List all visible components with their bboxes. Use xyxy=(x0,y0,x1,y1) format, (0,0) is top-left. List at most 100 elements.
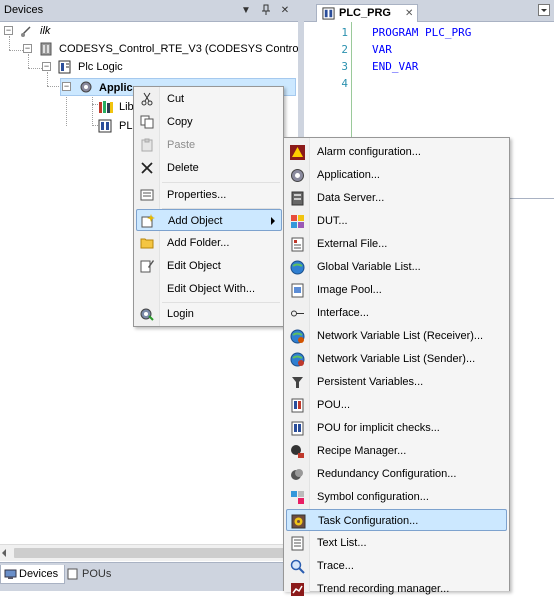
menu-item-label: Add Folder... xyxy=(167,237,230,249)
menu-item-label: Network Variable List (Sender)... xyxy=(317,353,476,365)
menu-item-label: Trend recording manager... xyxy=(317,583,450,595)
image-pool-icon xyxy=(290,283,305,298)
symbol-config-icon xyxy=(290,490,305,505)
devices-panel-title: Devices xyxy=(4,4,44,16)
submenu-item-image-pool[interactable]: Image Pool... xyxy=(286,279,507,301)
menu-item-delete[interactable]: Delete xyxy=(136,157,281,179)
menu-item-add-folder[interactable]: Add Folder... xyxy=(136,232,281,254)
paste-icon xyxy=(140,138,154,152)
tree-node-label: ilk xyxy=(40,25,51,37)
dut-icon xyxy=(290,214,305,229)
collapse-icon[interactable]: − xyxy=(4,26,13,35)
submenu-item-persistent-variables[interactable]: Persistent Variables... xyxy=(286,371,507,393)
submenu-item-data-server[interactable]: Data Server... xyxy=(286,187,507,209)
line-number: 3 xyxy=(341,60,348,73)
menu-item-cut[interactable]: Cut xyxy=(136,88,281,110)
tab-pous[interactable]: POUs xyxy=(64,565,117,584)
context-menu: Cut Copy Paste Delete Properties... Add … xyxy=(133,86,284,327)
task-config-icon xyxy=(291,514,306,529)
gvl-icon xyxy=(290,260,305,275)
panel-menu-dropdown-icon[interactable]: ▼ xyxy=(240,4,252,17)
submenu-item-recipe-manager[interactable]: Recipe Manager... xyxy=(286,440,507,462)
menu-item-paste[interactable]: Paste xyxy=(136,134,281,156)
menu-item-label: Application... xyxy=(317,169,380,181)
collapse-icon[interactable]: − xyxy=(42,62,51,71)
menu-item-label: Persistent Variables... xyxy=(317,376,424,388)
submenu-item-dut[interactable]: DUT... xyxy=(286,210,507,232)
submenu-item-trend-recording-manager[interactable]: Trend recording manager... xyxy=(286,578,507,600)
menu-item-label: Trace... xyxy=(317,560,354,572)
submenu-item-nvl-receiver[interactable]: Network Variable List (Receiver)... xyxy=(286,325,507,347)
menu-item-properties[interactable]: Properties... xyxy=(136,184,281,206)
persistent-vars-icon xyxy=(290,375,305,390)
pous-tab-icon xyxy=(67,568,78,587)
code-line[interactable]: END_VAR xyxy=(372,60,418,73)
submenu-item-redundancy-configuration[interactable]: Redundancy Configuration... xyxy=(286,463,507,485)
recipe-manager-icon xyxy=(290,444,305,459)
login-icon xyxy=(140,307,154,321)
redundancy-icon xyxy=(290,467,305,482)
menu-item-label: POU... xyxy=(317,399,351,411)
menu-item-label: Properties... xyxy=(167,189,227,201)
menu-item-label: Task Configuration... xyxy=(318,515,419,527)
close-tab-icon[interactable]: ✕ xyxy=(405,5,413,22)
submenu-item-task-configuration[interactable]: Task Configuration... xyxy=(286,509,507,531)
tree-node-plc-logic[interactable]: − Plc Logic xyxy=(0,58,200,76)
collapse-icon[interactable]: − xyxy=(62,82,71,91)
menu-item-copy[interactable]: Copy xyxy=(136,111,281,133)
menu-item-label: Add Object xyxy=(168,215,223,227)
tree-node-plc-prg[interactable]: PLC xyxy=(96,117,140,135)
submenu-item-application[interactable]: Application... xyxy=(286,164,507,186)
plc-logic-icon xyxy=(58,60,72,74)
menu-item-label: Edit Object With... xyxy=(167,283,256,295)
cut-icon xyxy=(140,92,154,106)
submenu-item-text-list[interactable]: Text List... xyxy=(286,532,507,554)
editor-tab-plc-prg[interactable]: PLC_PRG ✕ xyxy=(316,4,418,22)
submenu-item-nvl-sender[interactable]: Network Variable List (Sender)... xyxy=(286,348,507,370)
menu-item-label: Image Pool... xyxy=(317,284,382,296)
line-number: 2 xyxy=(341,43,348,56)
add-object-icon xyxy=(141,214,155,228)
close-panel-icon[interactable]: ✕ xyxy=(279,4,291,17)
menu-item-label: Copy xyxy=(167,116,193,128)
submenu-item-pou[interactable]: POU... xyxy=(286,394,507,416)
submenu-item-interface[interactable]: Interface... xyxy=(286,302,507,324)
menu-item-label: Interface... xyxy=(317,307,369,319)
menu-item-label: Delete xyxy=(167,162,199,174)
menu-item-label: Symbol configuration... xyxy=(317,491,429,503)
menu-item-edit-object[interactable]: Edit Object xyxy=(136,255,281,277)
menu-item-label: Text List... xyxy=(317,537,367,549)
menu-item-label: POU for implicit checks... xyxy=(317,422,440,434)
menu-item-label: Recipe Manager... xyxy=(317,445,407,457)
submenu-item-global-variable-list[interactable]: Global Variable List... xyxy=(286,256,507,278)
tree-node-project[interactable]: − ilk xyxy=(0,22,200,40)
submenu-item-external-file[interactable]: External File... xyxy=(286,233,507,255)
menu-item-label: Login xyxy=(167,308,194,320)
alarm-icon xyxy=(290,145,305,160)
pin-icon[interactable] xyxy=(260,4,272,17)
submenu-item-symbol-configuration[interactable]: Symbol configuration... xyxy=(286,486,507,508)
tab-label: Devices xyxy=(19,568,59,580)
device-icon xyxy=(39,42,53,56)
menu-item-login[interactable]: Login xyxy=(136,303,281,325)
scrollbar-thumb[interactable] xyxy=(14,548,284,558)
submenu-item-alarm-configuration[interactable]: Alarm configuration... xyxy=(286,141,507,163)
horizontal-scrollbar[interactable] xyxy=(0,544,298,561)
code-line[interactable]: VAR xyxy=(372,43,392,56)
submenu-item-trace[interactable]: Trace... xyxy=(286,555,507,577)
tree-node-library-manager[interactable]: Libr xyxy=(96,98,137,116)
scroll-left-arrow-icon[interactable] xyxy=(2,549,6,557)
menu-item-edit-object-with[interactable]: Edit Object With... xyxy=(136,278,281,300)
menu-item-label: Paste xyxy=(167,139,196,151)
tree-node-label: Plc Logic xyxy=(78,61,123,73)
tree-node-device[interactable]: − CODESYS_Control_RTE_V3 (CODESYS Contro… xyxy=(0,40,318,58)
menu-item-add-object[interactable]: Add Object xyxy=(136,209,282,231)
editor-dropdown-icon[interactable] xyxy=(538,4,550,16)
collapse-icon[interactable]: − xyxy=(23,44,32,53)
submenu-item-pou-implicit-checks[interactable]: POU for implicit checks... xyxy=(286,417,507,439)
code-line[interactable]: PROGRAM PLC_PRG xyxy=(372,26,471,39)
submenu-arrow-icon xyxy=(271,217,275,225)
tab-devices[interactable]: Devices xyxy=(0,565,66,584)
menu-item-label: Global Variable List... xyxy=(317,261,421,273)
application-icon xyxy=(290,168,305,183)
